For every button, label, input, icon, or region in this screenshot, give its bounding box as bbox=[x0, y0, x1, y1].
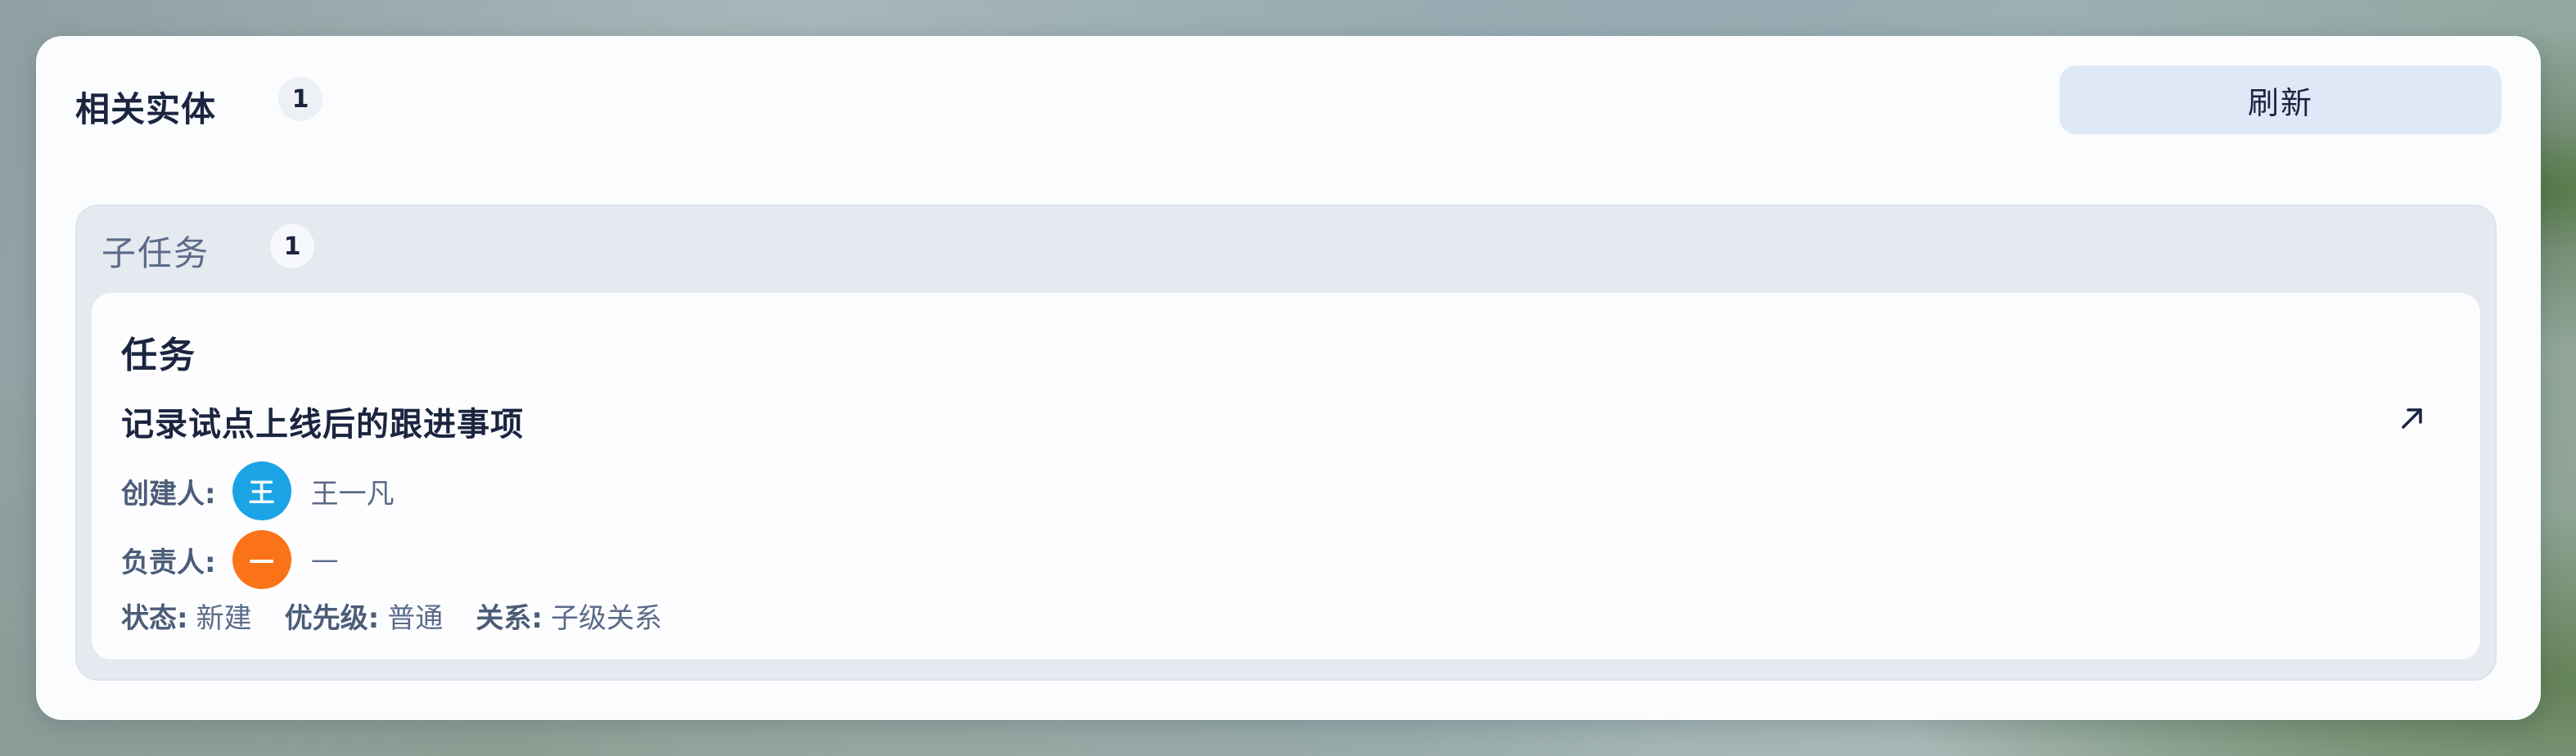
panel-count-badge: 1 bbox=[278, 77, 323, 121]
creator-name: 王一凡 bbox=[310, 477, 395, 511]
assignee-avatar: — bbox=[232, 530, 291, 589]
group-title: 子任务 bbox=[102, 233, 210, 273]
creator-row: 创建人: 王 王一凡 bbox=[121, 461, 395, 520]
panel-header: 相关实体 1 刷新 bbox=[75, 65, 2502, 136]
task-title[interactable]: 记录试点上线后的跟进事项 bbox=[121, 398, 524, 445]
entity-type-label: 任务 bbox=[121, 335, 196, 376]
relation-label: 关系: bbox=[476, 602, 543, 635]
status-value: 新建 bbox=[196, 602, 252, 635]
creator-avatar: 王 bbox=[232, 461, 291, 520]
creator-label: 创建人: bbox=[121, 477, 216, 511]
subtask-group: 子任务 1 任务 记录试点上线后的跟进事项 创建人: 王 王一凡 负责人: — … bbox=[75, 205, 2497, 681]
priority-value: 普通 bbox=[387, 602, 444, 635]
relation-value: 子级关系 bbox=[550, 602, 662, 635]
status-label: 状态: bbox=[121, 602, 188, 635]
task-meta-row: 状态: 新建 优先级: 普通 关系: 子级关系 bbox=[121, 596, 695, 636]
arrow-up-right-icon[interactable] bbox=[2390, 396, 2434, 440]
refresh-button[interactable]: 刷新 bbox=[2059, 65, 2502, 134]
assignee-label: 负责人: bbox=[121, 546, 216, 579]
assignee-name: — bbox=[310, 543, 339, 576]
panel-title: 相关实体 bbox=[75, 89, 217, 129]
group-count-badge: 1 bbox=[270, 224, 314, 268]
priority-label: 优先级: bbox=[284, 602, 380, 635]
assignee-row: 负责人: — — bbox=[121, 530, 339, 589]
task-card[interactable]: 任务 记录试点上线后的跟进事项 创建人: 王 王一凡 负责人: — — 状态: bbox=[92, 293, 2480, 659]
related-entities-panel: 相关实体 1 刷新 子任务 1 任务 记录试点上线后的跟进事项 创建人: 王 王… bbox=[36, 36, 2541, 720]
